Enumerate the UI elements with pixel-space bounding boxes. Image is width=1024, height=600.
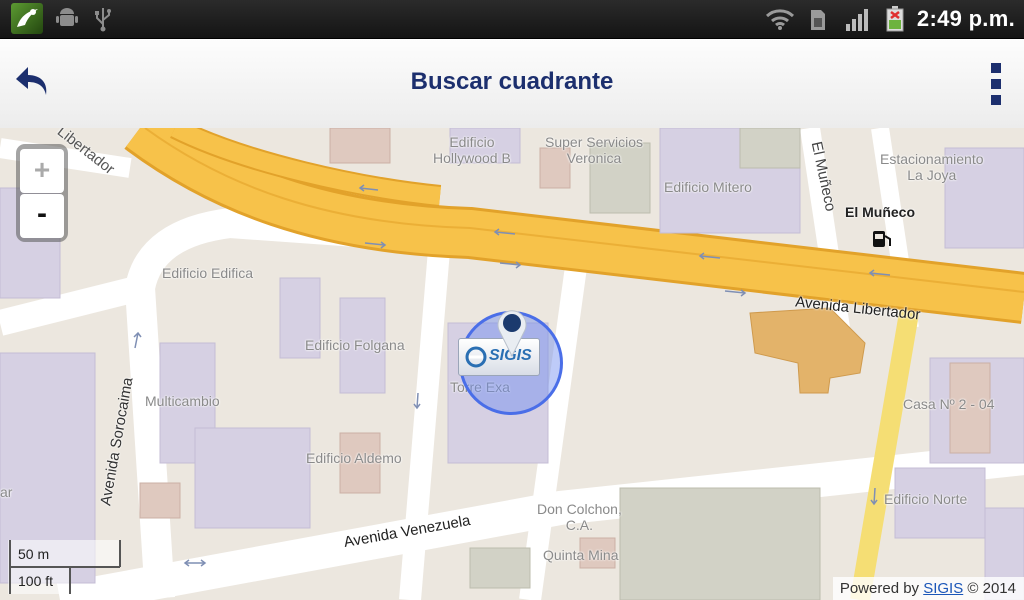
battery-charging-icon <box>886 6 904 32</box>
scale-metric: 50 m <box>18 546 50 562</box>
location-pin-icon[interactable] <box>496 308 528 358</box>
status-time: 2:49 p.m. <box>916 6 1015 31</box>
map-scale-bar: 50 m 100 ft <box>8 540 123 594</box>
attribution-suffix: © 2014 <box>967 580 1016 597</box>
map-view[interactable]: Libertador Edificio Hollywood B Super Se… <box>0 128 1024 600</box>
page-title: Buscar cuadrante <box>410 68 614 95</box>
sim-card-icon <box>811 10 825 30</box>
scale-imperial: 100 ft <box>18 573 54 589</box>
map-label: Edificio Norte <box>884 491 968 507</box>
map-label: Edificio Folgana <box>305 337 405 353</box>
map-label: Edificio Mitero <box>664 179 752 195</box>
wifi-icon <box>765 9 795 30</box>
zoom-out-button[interactable]: - <box>20 194 64 238</box>
map-label: Casa Nº 2 - 04 <box>903 396 995 412</box>
map-label: El Muñeco <box>845 204 916 220</box>
status-bar: 2:49 p.m. <box>0 0 1024 39</box>
usb-icon <box>95 8 111 32</box>
action-bar: Buscar cuadrante <box>0 39 1024 129</box>
map-label: Estacionamiento La Joya <box>880 151 984 183</box>
map-attribution: Powered by SIGIS © 2014 <box>832 577 1024 600</box>
map-label: ar <box>0 484 13 500</box>
map-label: Edificio Hollywood B <box>433 134 511 166</box>
attribution-prefix: Powered by <box>839 580 920 597</box>
sigis-link[interactable]: SIGIS <box>923 580 963 597</box>
zoom-controls: + - <box>16 144 68 242</box>
app-notification-icon <box>11 3 43 34</box>
overflow-menu-icon[interactable] <box>986 61 1006 107</box>
map-label: Quinta Mina <box>543 547 619 563</box>
map-label: Super Servicios Veronica <box>545 134 644 166</box>
map-label: Edificio Edifica <box>162 265 254 281</box>
zoom-in-button[interactable]: + <box>20 149 64 193</box>
map-label: Edificio Aldemo <box>306 450 402 466</box>
map-label: Don Colchon, C.A. <box>537 501 622 533</box>
signal-strength-icon <box>846 9 868 31</box>
map-label: Multicambio <box>145 393 220 409</box>
android-debug-icon <box>56 8 78 26</box>
